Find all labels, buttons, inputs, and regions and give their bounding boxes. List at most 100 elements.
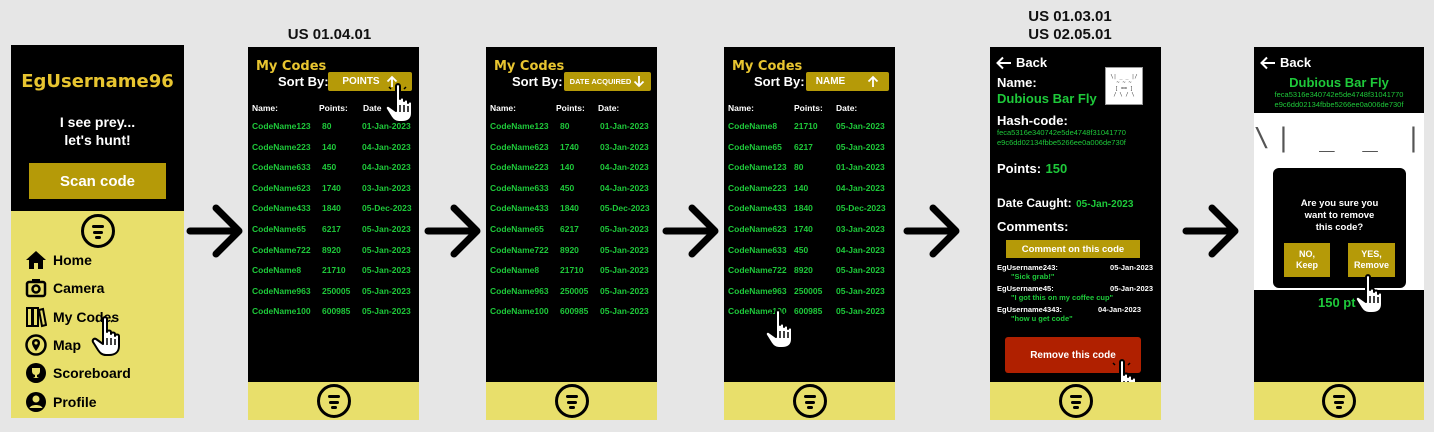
code-name-cell: CodeName65 bbox=[490, 223, 544, 234]
menu-item-camera[interactable]: Camera bbox=[25, 278, 104, 298]
menu-toggle-icon[interactable] bbox=[1322, 384, 1356, 418]
confirm-remove-button[interactable]: YES, Remove bbox=[1348, 243, 1395, 277]
list-item[interactable]: CodeName123 80 01-Jan-2023 bbox=[248, 121, 419, 142]
menu-item-map[interactable]: Map bbox=[25, 334, 81, 356]
my-codes-screen-points: My Codes Sort By: POINTS Name: Points: D… bbox=[248, 47, 419, 420]
back-button[interactable]: Back bbox=[1260, 55, 1311, 70]
dialog-question-1: Are you sure you bbox=[1300, 198, 1379, 209]
menu-label-camera: Camera bbox=[53, 280, 105, 296]
sort-dropdown[interactable]: NAME bbox=[806, 72, 889, 91]
code-points-cell: 1840 bbox=[794, 203, 813, 214]
code-points-cell: 140 bbox=[322, 141, 337, 152]
menu-label-profile: Profile bbox=[53, 394, 97, 410]
code-points-cell: 140 bbox=[560, 162, 575, 173]
code-name-cell: CodeName633 bbox=[490, 182, 549, 193]
code-name-cell: CodeName123 bbox=[728, 162, 787, 173]
code-points-cell: 6217 bbox=[560, 223, 579, 234]
sort-by-label: Sort By: bbox=[512, 74, 563, 89]
code-points-cell: 250005 bbox=[322, 285, 351, 296]
menu-toggle-icon[interactable] bbox=[792, 384, 827, 418]
list-item[interactable]: CodeName100 600985 05-Jan-2023 bbox=[486, 306, 657, 327]
code-name-cell: CodeName623 bbox=[490, 141, 549, 152]
list-item[interactable]: CodeName433 1840 05-Dec-2023 bbox=[724, 203, 895, 224]
list-item[interactable]: CodeName623 1740 03-Jan-2023 bbox=[486, 142, 657, 163]
list-item[interactable]: CodeName633 450 04-Jan-2023 bbox=[248, 162, 419, 183]
list-item[interactable]: CodeName722 8920 05-Jan-2023 bbox=[724, 265, 895, 286]
list-item[interactable]: CodeName633 450 04-Jan-2023 bbox=[724, 245, 895, 266]
code-name-cell: CodeName8 bbox=[728, 121, 778, 131]
list-item[interactable]: CodeName722 8920 05-Jan-2023 bbox=[248, 245, 419, 266]
code-name-cell: CodeName123 bbox=[252, 121, 311, 131]
list-item[interactable]: CodeName722 8920 05-Jan-2023 bbox=[486, 245, 657, 266]
list-item[interactable]: CodeName623 1740 03-Jan-2023 bbox=[248, 183, 419, 204]
arrow-down-icon bbox=[634, 76, 645, 88]
list-item[interactable]: CodeName433 1840 05-Dec-2023 bbox=[486, 203, 657, 224]
code-date-cell: 04-Jan-2023 bbox=[362, 141, 411, 152]
code-points-cell: 80 bbox=[560, 121, 570, 131]
list-item[interactable]: CodeName963 250005 05-Jan-2023 bbox=[486, 286, 657, 307]
menu-item-profile[interactable]: Profile bbox=[25, 391, 97, 413]
list-item[interactable]: CodeName8 21710 05-Jan-2023 bbox=[486, 265, 657, 286]
code-points-cell: 21710 bbox=[794, 121, 818, 131]
list-item[interactable]: CodeName223 140 04-Jan-2023 bbox=[724, 183, 895, 204]
list-item[interactable]: CodeName100 600985 05-Jan-2023 bbox=[248, 306, 419, 327]
comment-on-code-button[interactable]: Comment on this code bbox=[1006, 240, 1140, 258]
code-name-cell: CodeName223 bbox=[252, 141, 311, 152]
confirm-remove-screen: Back Dubious Bar Fly feca5316e340742e5de… bbox=[1254, 47, 1424, 420]
page-title: My Codes bbox=[256, 59, 327, 74]
list-item[interactable]: CodeName633 450 04-Jan-2023 bbox=[486, 183, 657, 204]
code-date-cell: 05-Dec-2023 bbox=[362, 203, 412, 214]
sort-dropdown[interactable]: DATE ACQUIRED bbox=[564, 72, 651, 91]
code-date-cell: 03-Jan-2023 bbox=[362, 182, 411, 193]
back-button[interactable]: Back bbox=[996, 55, 1047, 70]
list-item[interactable]: CodeName8 21710 05-Jan-2023 bbox=[248, 265, 419, 286]
list-item[interactable]: CodeName223 140 04-Jan-2023 bbox=[248, 142, 419, 163]
list-item[interactable]: CodeName8 21710 05-Jan-2023 bbox=[724, 121, 895, 142]
list-item[interactable]: CodeName963 250005 05-Jan-2023 bbox=[248, 286, 419, 307]
list-item[interactable]: CodeName65 6217 05-Jan-2023 bbox=[248, 224, 419, 245]
keep-button[interactable]: NO, Keep bbox=[1284, 243, 1330, 277]
list-item[interactable]: CodeName65 6217 05-Jan-2023 bbox=[724, 142, 895, 163]
menu-toggle-icon[interactable] bbox=[1058, 384, 1093, 418]
menu-item-home[interactable]: Home bbox=[25, 250, 92, 270]
code-points-cell: 6217 bbox=[794, 141, 813, 152]
code-points-cell: 80 bbox=[794, 162, 804, 173]
list-item[interactable]: CodeName623 1740 03-Jan-2023 bbox=[724, 224, 895, 245]
code-date-cell: 05-Jan-2023 bbox=[362, 306, 411, 317]
trophy-icon bbox=[26, 363, 46, 383]
code-name-cell: CodeName722 bbox=[490, 244, 549, 255]
list-item[interactable]: CodeName123 80 01-Jan-2023 bbox=[724, 162, 895, 183]
remove-button-line-2: Remove bbox=[1353, 260, 1389, 270]
menu-label-scoreboard: Scoreboard bbox=[53, 365, 131, 381]
code-date-cell: 05-Jan-2023 bbox=[362, 223, 411, 234]
user-story-caption: US 02.05.01 bbox=[1028, 26, 1112, 43]
comment-item: EgUsername4343: 04-Jan-2023 "how u get c… bbox=[997, 305, 1157, 323]
list-item[interactable]: CodeName433 1840 05-Dec-2023 bbox=[248, 203, 419, 224]
list-item[interactable]: CodeName963 250005 05-Jan-2023 bbox=[724, 286, 895, 307]
list-item[interactable]: CodeName100 600985 05-Jan-2023 bbox=[724, 306, 895, 327]
comment-item: EgUsername243: 05-Jan-2023 "Sick grab!" bbox=[997, 263, 1157, 281]
list-item[interactable]: CodeName123 80 01-Jan-2023 bbox=[486, 121, 657, 142]
menu-toggle-icon[interactable] bbox=[80, 214, 115, 248]
menu-item-scoreboard[interactable]: Scoreboard bbox=[25, 362, 131, 384]
code-name: Dubious Bar Fly bbox=[1289, 75, 1389, 90]
code-list: CodeName123 80 01-Jan-2023 CodeName623 1740 0… bbox=[486, 121, 657, 327]
keep-button-line-2: Keep bbox=[1295, 260, 1318, 270]
list-item[interactable]: CodeName65 6217 05-Jan-2023 bbox=[486, 224, 657, 245]
profile-icon bbox=[26, 392, 46, 412]
code-name-cell: CodeName65 bbox=[728, 141, 782, 152]
list-item[interactable]: CodeName223 140 04-Jan-2023 bbox=[486, 162, 657, 183]
code-name-cell: CodeName623 bbox=[728, 223, 787, 234]
home-screen: EgUsername96 I see prey... let's hunt! S… bbox=[11, 45, 184, 418]
hash-line-1: feca5316e340742e5de4748f31041770 bbox=[997, 128, 1126, 137]
code-name-cell: CodeName223 bbox=[728, 182, 787, 193]
code-date-cell: 04-Jan-2023 bbox=[836, 244, 885, 255]
menu-toggle-icon[interactable] bbox=[316, 384, 351, 418]
code-date-cell: 05-Jan-2023 bbox=[836, 306, 885, 317]
flow-arrow-icon bbox=[662, 204, 720, 258]
menu-toggle-icon[interactable] bbox=[554, 384, 589, 418]
code-name-cell: CodeName963 bbox=[252, 285, 311, 296]
scan-code-button[interactable]: Scan code bbox=[29, 163, 166, 199]
comment-text: "Sick grab!" bbox=[1011, 272, 1055, 281]
bottom-nav-bar bbox=[724, 382, 895, 420]
